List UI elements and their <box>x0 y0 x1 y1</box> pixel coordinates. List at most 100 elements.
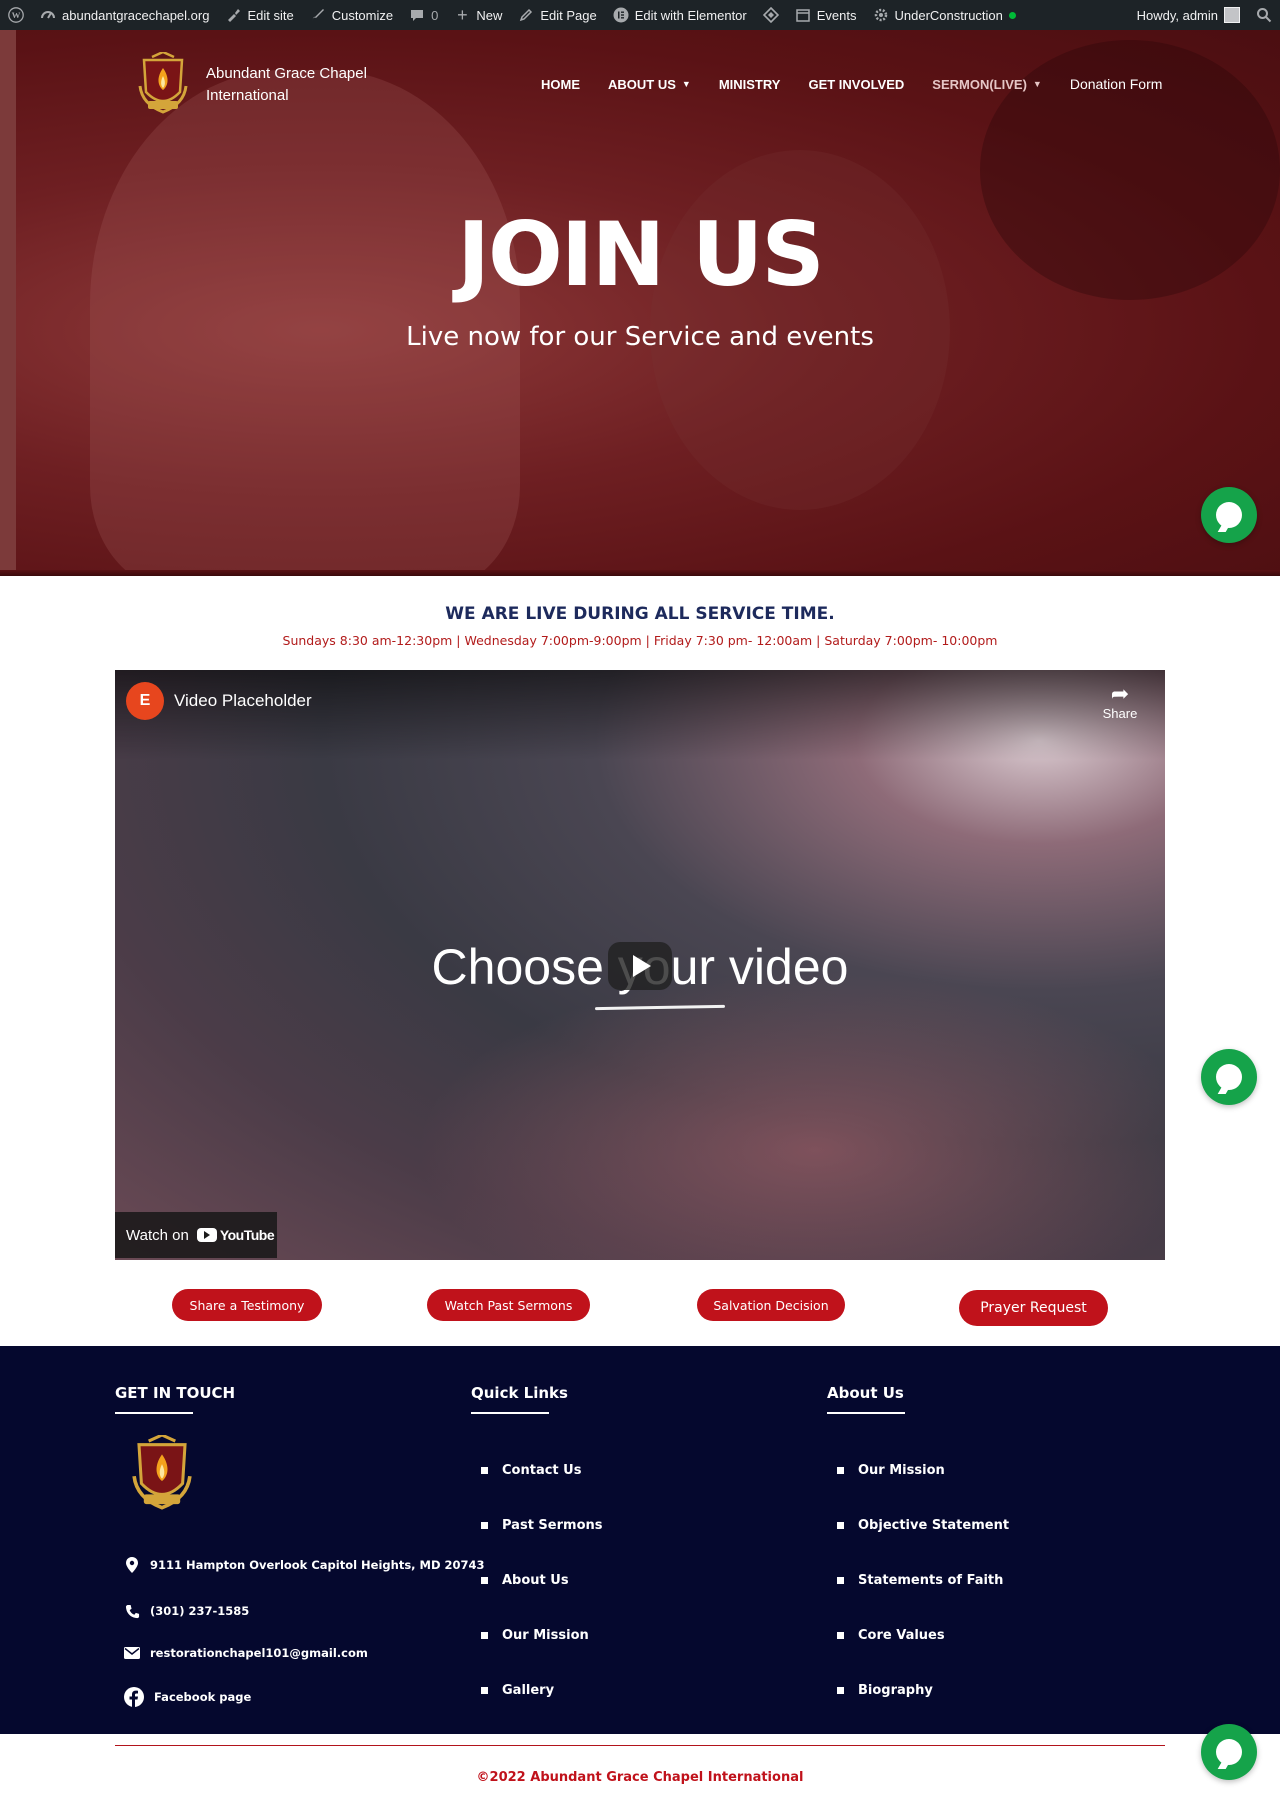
video-title[interactable]: Video Placeholder <box>174 691 312 711</box>
quick-link-past-sermons[interactable]: Past Sermons <box>481 1518 603 1533</box>
edit-page-label: Edit Page <box>540 7 597 23</box>
quick-link-label: Contact Us <box>502 1463 582 1478</box>
customize-link[interactable]: Customize <box>302 0 401 30</box>
nav-item-ministry[interactable]: MINISTRY <box>719 77 781 92</box>
bullet-square-icon <box>837 1522 844 1529</box>
under-construction-link[interactable]: UnderConstruction <box>865 0 1024 30</box>
site-name-label: abundantgracechapel.org <box>62 7 210 23</box>
facebook-text: Facebook page <box>154 1690 252 1704</box>
video-play-button[interactable] <box>608 942 672 990</box>
service-times: Sundays 8:30 am-12:30pm | Wednesday 7:00… <box>282 633 998 648</box>
edit-site-label: Edit site <box>247 7 294 23</box>
contact-email[interactable]: restorationchapel101@gmail.com <box>124 1645 368 1661</box>
video-share-button[interactable]: ➦ Share <box>1095 682 1145 722</box>
heading-underline <box>827 1412 905 1414</box>
salvation-decision-button[interactable]: Salvation Decision <box>697 1289 845 1321</box>
phone-text: (301) 237-1585 <box>150 1604 250 1618</box>
quick-link-contact-us[interactable]: Contact Us <box>481 1463 581 1478</box>
nav-item-home[interactable]: HOME <box>541 77 580 92</box>
about-link-biography[interactable]: Biography <box>837 1683 933 1698</box>
plus-icon: + <box>457 4 468 25</box>
about-link-our-mission[interactable]: Our Mission <box>837 1463 945 1478</box>
heading-underline <box>115 1412 193 1414</box>
wordpress-icon: W <box>8 7 24 23</box>
phone-icon <box>124 1603 140 1619</box>
new-content-link[interactable]: + New <box>446 0 510 30</box>
diamond-icon <box>762 7 779 23</box>
about-link-statements-of-faith[interactable]: Statements of Faith <box>837 1573 1003 1588</box>
share-testimony-button[interactable]: Share a Testimony <box>172 1289 322 1321</box>
quick-link-our-mission[interactable]: Our Mission <box>481 1628 589 1643</box>
chevron-down-icon: ▼ <box>1032 79 1042 89</box>
nav-ministry-label: MINISTRY <box>718 76 781 92</box>
envelope-icon <box>124 1645 140 1661</box>
contact-phone[interactable]: (301) 237-1585 <box>124 1603 249 1619</box>
nav-item-sermon-live[interactable]: SERMON(LIVE) ▼ <box>932 77 1042 92</box>
site-title-line1: Abundant Grace Chapel <box>206 65 367 82</box>
bullet-square-icon <box>481 1577 488 1584</box>
chevron-down-icon: ▼ <box>681 79 691 89</box>
quick-link-label: Gallery <box>502 1683 555 1698</box>
calendar-icon <box>795 7 811 23</box>
comment-icon <box>409 7 425 23</box>
customize-label: Customize <box>331 7 394 23</box>
nav-sermon-label: SERMON(LIVE) <box>932 76 1027 92</box>
email-text: restorationchapel101@gmail.com <box>150 1646 368 1660</box>
site-logo-link[interactable]: Abundant Grace Chapel International <box>130 52 396 118</box>
hero-subtitle: Live now for our Service and events <box>406 322 874 352</box>
bullet-square-icon <box>481 1632 488 1639</box>
about-link-label: Biography <box>858 1683 933 1698</box>
elementor-channel-icon[interactable]: E <box>126 682 164 720</box>
quick-link-label: Our Mission <box>502 1628 589 1643</box>
live-heading: WE ARE LIVE DURING ALL SERVICE TIME. <box>445 604 835 624</box>
nav-donation-label: Donation Form <box>1069 76 1163 92</box>
contact-facebook[interactable]: Facebook page <box>124 1687 251 1707</box>
about-link-objective-statement[interactable]: Objective Statement <box>837 1518 1009 1533</box>
nav-get-involved-label: GET INVOLVED <box>808 76 905 92</box>
nav-about-label: ABOUT US <box>608 76 676 92</box>
svg-text:W: W <box>12 10 21 20</box>
site-title: Abundant Grace Chapel International <box>206 63 396 107</box>
nav-item-about-us[interactable]: ABOUT US ▼ <box>608 77 691 92</box>
quick-link-about-us[interactable]: About Us <box>481 1573 569 1588</box>
chat-widget-button[interactable] <box>1201 487 1257 543</box>
chat-widget-button[interactable] <box>1201 1724 1257 1780</box>
wordpress-logo-button[interactable]: W <box>0 0 32 30</box>
video-share-label: Share <box>1102 706 1138 721</box>
admin-search-button[interactable] <box>1248 0 1280 30</box>
edit-elementor-link[interactable]: Edit with Elementor <box>605 0 755 30</box>
quick-links-heading: Quick Links <box>471 1384 568 1402</box>
chat-widget-button[interactable] <box>1201 1049 1257 1105</box>
avatar <box>1224 7 1240 23</box>
brush-icon <box>225 7 241 23</box>
pencil-icon <box>518 7 534 23</box>
chat-bubble-icon <box>1216 502 1242 528</box>
map-pin-icon <box>124 1557 140 1573</box>
video-player[interactable]: E Video Placeholder ➦ Share Choose your … <box>115 670 1165 1260</box>
prayer-request-button[interactable]: Prayer Request <box>959 1290 1108 1326</box>
my-account-link[interactable]: Howdy, admin <box>1129 0 1248 30</box>
about-link-core-values[interactable]: Core Values <box>837 1628 945 1643</box>
nav-item-donation-form[interactable]: Donation Form <box>1070 76 1163 92</box>
howdy-label: Howdy, admin <box>1136 7 1218 23</box>
edit-page-link[interactable]: Edit Page <box>510 0 604 30</box>
diamond-menu-button[interactable] <box>755 0 787 30</box>
paintbrush-icon <box>310 7 326 23</box>
watch-on-youtube-link[interactable]: Watch on YouTube <box>115 1212 277 1258</box>
watch-past-sermons-button[interactable]: Watch Past Sermons <box>427 1289 590 1321</box>
copyright-band <box>0 1734 1280 1799</box>
comments-link[interactable]: 0 <box>401 0 446 30</box>
events-label: Events <box>816 7 857 23</box>
get-in-touch-heading: GET IN TOUCH <box>115 1384 236 1402</box>
comments-count: 0 <box>431 7 439 23</box>
edit-site-link[interactable]: Edit site <box>217 0 301 30</box>
nav-item-get-involved[interactable]: GET INVOLVED <box>808 77 904 92</box>
events-link[interactable]: Events <box>787 0 865 30</box>
hero-bottom-edge <box>0 570 1280 576</box>
footer-divider <box>115 1745 1165 1746</box>
site-name-link[interactable]: abundantgracechapel.org <box>32 0 217 30</box>
quick-link-gallery[interactable]: Gallery <box>481 1683 554 1698</box>
quick-link-label: Past Sermons <box>502 1518 603 1533</box>
under-construction-label: UnderConstruction <box>894 7 1003 23</box>
about-link-label: Our Mission <box>858 1463 945 1478</box>
